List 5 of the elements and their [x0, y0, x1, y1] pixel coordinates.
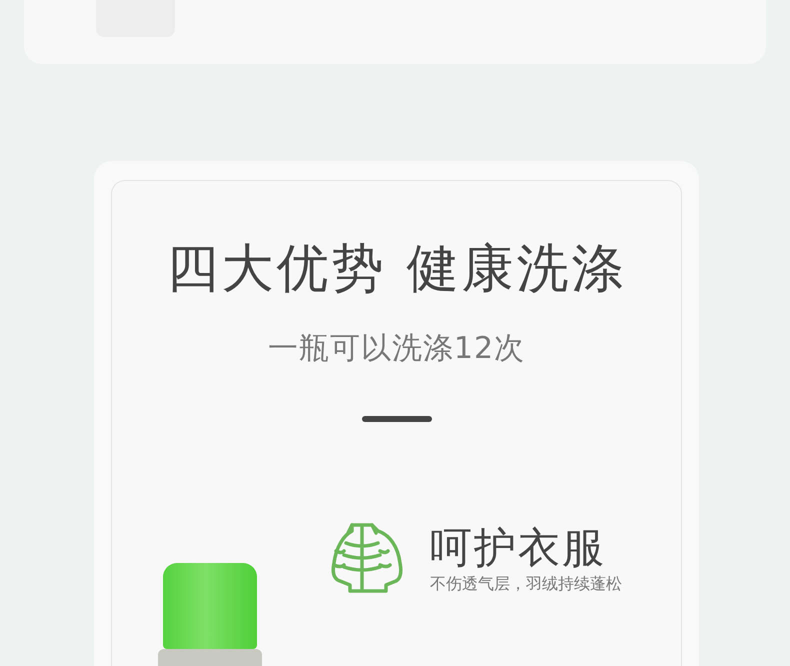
divider-bar	[362, 416, 432, 422]
section-heading: 四大优势 健康洗涤	[166, 239, 626, 299]
feature-title: 呵护衣服	[430, 523, 607, 573]
feature-description: 不伤透气层，羽绒持续蓬松	[430, 573, 622, 595]
section-subheading: 一瓶可以洗涤12次	[268, 330, 526, 368]
